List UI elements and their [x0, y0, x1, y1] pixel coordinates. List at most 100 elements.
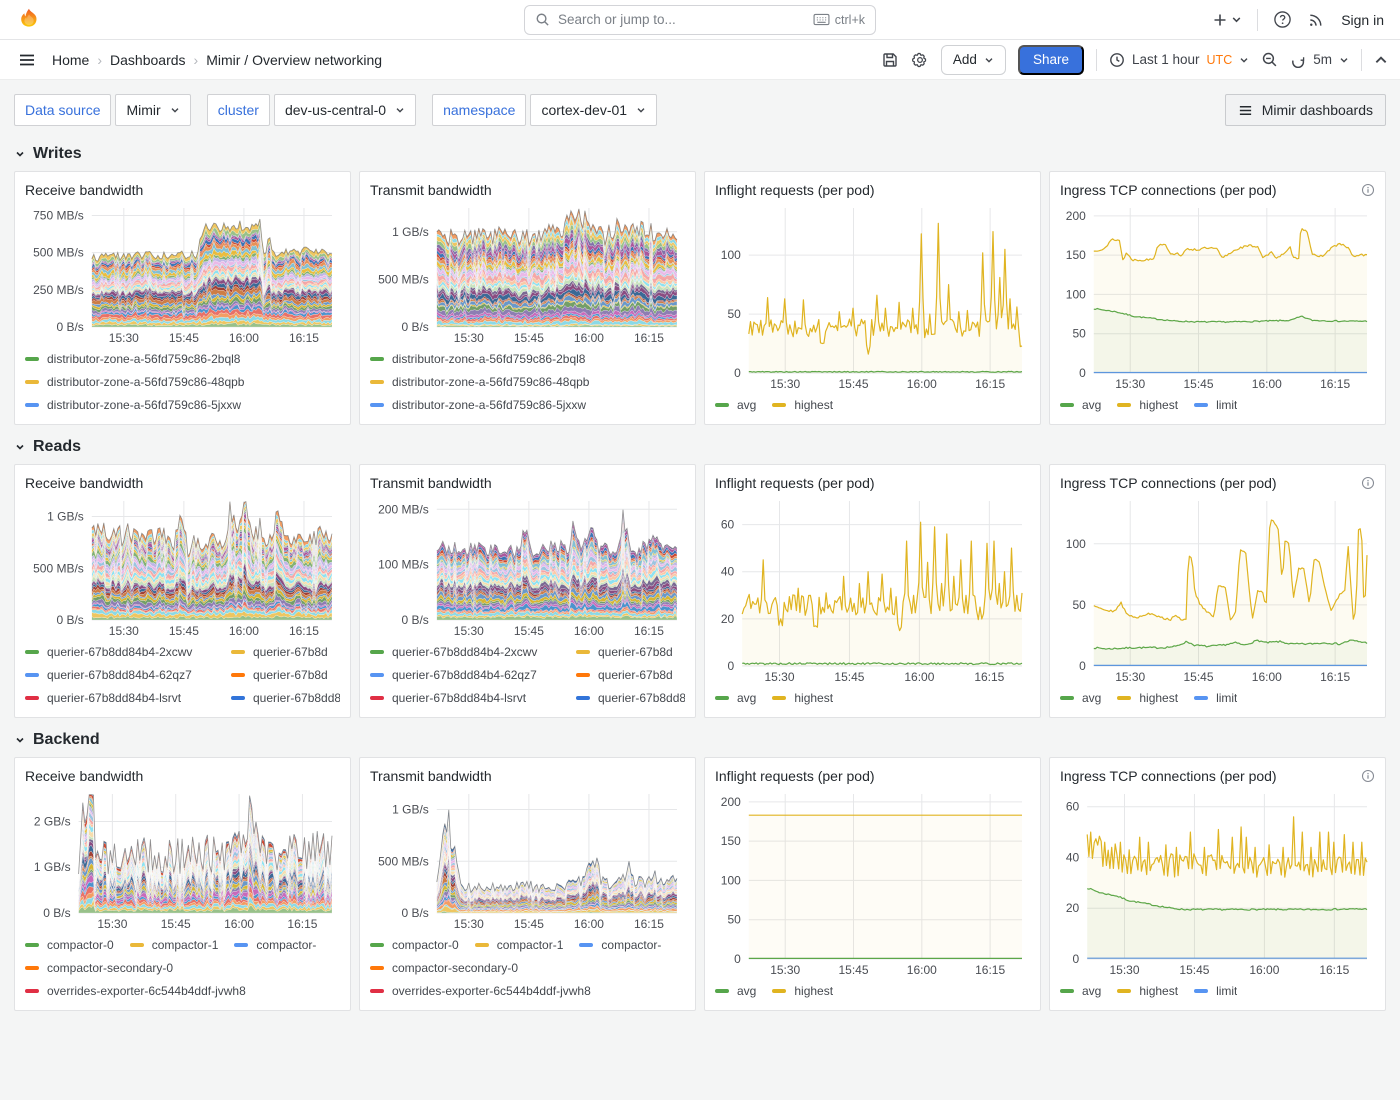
legend-item[interactable]: avg — [1060, 398, 1101, 412]
legend-item[interactable]: compactor-0 — [370, 938, 459, 952]
legend-item[interactable]: querier-67b8dd84b4-62qz7 — [25, 668, 231, 682]
legend-label: overrides-exporter-6c544b4ddf-jvwh8 — [392, 984, 591, 998]
add-button[interactable]: Add — [941, 45, 1006, 75]
legend-item[interactable]: querier-67b8dd84b4-62qz7 — [370, 668, 576, 682]
legend-item[interactable]: highest — [1117, 984, 1178, 998]
panel-title[interactable]: Receive bandwidth — [25, 475, 143, 491]
legend-item[interactable]: querier-67b8dd8 — [231, 691, 340, 705]
section-header-backend[interactable]: Backend — [0, 718, 1400, 757]
legend-item[interactable]: overrides-exporter-6c544b4ddf-jvwh8 — [25, 984, 246, 998]
legend-item[interactable]: limit — [1194, 398, 1237, 412]
panel-title[interactable]: Ingress TCP connections (per pod) — [1060, 768, 1277, 784]
namespace-select[interactable]: cortex-dev-01 — [530, 94, 657, 126]
chart-reads-ingress-tcp[interactable]: 05010015:3015:4516:0016:15 — [1060, 495, 1375, 686]
share-button[interactable]: Share — [1018, 45, 1084, 75]
chart-backend-transmit-bandwidth[interactable]: 0 B/s500 MB/s1 GB/s15:3015:4516:0016:15 — [370, 788, 685, 933]
news-icon[interactable] — [1307, 10, 1326, 29]
panel-title[interactable]: Transmit bandwidth — [370, 182, 492, 198]
legend-item[interactable]: querier-67b8d — [231, 668, 340, 682]
panel-title[interactable]: Receive bandwidth — [25, 768, 143, 784]
mimir-dashboards-button[interactable]: Mimir dashboards — [1225, 94, 1386, 126]
new-menu-button[interactable] — [1212, 12, 1242, 28]
breadcrumb-current[interactable]: Mimir / Overview networking — [206, 52, 382, 68]
panel-title[interactable]: Transmit bandwidth — [370, 475, 492, 491]
legend-item[interactable]: distributor-zone-a-56fd759c86-2bql8 — [370, 352, 585, 366]
info-icon[interactable] — [1361, 476, 1375, 490]
legend-item[interactable]: compactor- — [579, 938, 661, 952]
panel-title[interactable]: Inflight requests (per pod) — [715, 475, 875, 491]
chart-backend-inflight-requests[interactable]: 05010015020015:3015:4516:0016:15 — [715, 788, 1030, 979]
sign-in-button[interactable]: Sign in — [1341, 12, 1384, 28]
grafana-logo[interactable] — [16, 7, 42, 33]
chart-writes-inflight-requests[interactable]: 05010015:3015:4516:0016:15 — [715, 202, 1030, 393]
zoom-out-button[interactable] — [1261, 51, 1278, 68]
legend-item[interactable]: highest — [772, 398, 833, 412]
legend-item[interactable]: avg — [715, 691, 756, 705]
help-icon[interactable] — [1273, 10, 1292, 29]
legend-item[interactable]: highest — [772, 984, 833, 998]
legend-item[interactable]: compactor-secondary-0 — [25, 961, 173, 975]
legend-item[interactable]: distributor-zone-a-56fd759c86-48qpb — [370, 375, 589, 389]
legend-item[interactable]: avg — [715, 398, 756, 412]
legend-item[interactable]: querier-67b8dd84b4-lsrvt — [25, 691, 231, 705]
collapse-toolbar-button[interactable] — [1374, 53, 1388, 67]
breadcrumb-dashboards[interactable]: Dashboards — [110, 52, 186, 68]
refresh-controls[interactable]: 5m — [1290, 52, 1349, 68]
settings-button[interactable] — [911, 51, 929, 69]
legend-item[interactable]: querier-67b8d — [576, 645, 685, 659]
legend-item[interactable]: limit — [1194, 691, 1237, 705]
panel-title[interactable]: Receive bandwidth — [25, 182, 143, 198]
namespace-label[interactable]: namespace — [432, 94, 526, 126]
legend-item[interactable]: compactor-1 — [475, 938, 564, 952]
legend-item[interactable]: querier-67b8d — [576, 668, 685, 682]
panel-title[interactable]: Inflight requests (per pod) — [715, 768, 875, 784]
chart-reads-inflight-requests[interactable]: 020406015:3015:4516:0016:15 — [715, 495, 1030, 686]
legend-item[interactable]: querier-67b8dd8 — [576, 691, 685, 705]
panel-title[interactable]: Ingress TCP connections (per pod) — [1060, 182, 1277, 198]
legend-item[interactable]: limit — [1194, 984, 1237, 998]
datasource-label[interactable]: Data source — [14, 94, 111, 126]
legend-item[interactable]: overrides-exporter-6c544b4ddf-jvwh8 — [370, 984, 591, 998]
menu-toggle-button[interactable] — [12, 47, 42, 73]
legend-label: avg — [737, 398, 756, 412]
breadcrumb-home[interactable]: Home — [52, 52, 89, 68]
legend-item[interactable]: distributor-zone-a-56fd759c86-48qpb — [25, 375, 244, 389]
datasource-select[interactable]: Mimir — [115, 94, 190, 126]
legend-item[interactable]: distributor-zone-a-56fd759c86-2bql8 — [25, 352, 240, 366]
chart-backend-receive-bandwidth[interactable]: 0 B/s1 GB/s2 GB/s15:3015:4516:0016:15 — [25, 788, 340, 933]
chart-writes-receive-bandwidth[interactable]: 0 B/s250 MB/s500 MB/s750 MB/s15:3015:451… — [25, 202, 340, 347]
chart-reads-transmit-bandwidth[interactable]: 0 B/s100 MB/s200 MB/s15:3015:4516:0016:1… — [370, 495, 685, 640]
panel-title[interactable]: Inflight requests (per pod) — [715, 182, 875, 198]
info-icon[interactable] — [1361, 183, 1375, 197]
legend-item[interactable]: compactor-0 — [25, 938, 114, 952]
save-dashboard-button[interactable] — [881, 51, 899, 69]
section-header-writes[interactable]: Writes — [0, 132, 1400, 171]
chart-reads-receive-bandwidth[interactable]: 0 B/s500 MB/s1 GB/s15:3015:4516:0016:15 — [25, 495, 340, 640]
legend-item[interactable]: compactor- — [234, 938, 316, 952]
legend-item[interactable]: avg — [1060, 691, 1101, 705]
section-header-reads[interactable]: Reads — [0, 425, 1400, 464]
legend-item[interactable]: highest — [1117, 398, 1178, 412]
legend-item[interactable]: compactor-secondary-0 — [370, 961, 518, 975]
panel-title[interactable]: Ingress TCP connections (per pod) — [1060, 475, 1277, 491]
legend-item[interactable]: querier-67b8d — [231, 645, 340, 659]
chart-backend-ingress-tcp[interactable]: 020406015:3015:4516:0016:15 — [1060, 788, 1375, 979]
legend-item[interactable]: distributor-zone-a-56fd759c86-5jxxw — [370, 398, 586, 412]
time-range-picker[interactable]: Last 1 hour UTC — [1109, 52, 1249, 68]
cluster-label[interactable]: cluster — [207, 94, 270, 126]
panel-title[interactable]: Transmit bandwidth — [370, 768, 492, 784]
legend-item[interactable]: avg — [1060, 984, 1101, 998]
legend-item[interactable]: compactor-1 — [130, 938, 219, 952]
legend-item[interactable]: distributor-zone-a-56fd759c86-5jxxw — [25, 398, 241, 412]
legend-item[interactable]: avg — [715, 984, 756, 998]
legend-item[interactable]: querier-67b8dd84b4-lsrvt — [370, 691, 576, 705]
cluster-select[interactable]: dev-us-central-0 — [274, 94, 416, 126]
legend-item[interactable]: querier-67b8dd84b4-2xcwv — [370, 645, 576, 659]
info-icon[interactable] — [1361, 769, 1375, 783]
chart-writes-transmit-bandwidth[interactable]: 0 B/s500 MB/s1 GB/s15:3015:4516:0016:15 — [370, 202, 685, 347]
legend-item[interactable]: querier-67b8dd84b4-2xcwv — [25, 645, 231, 659]
search-input[interactable]: Search or jump to... ctrl+k — [524, 5, 876, 35]
chart-writes-ingress-tcp[interactable]: 05010015020015:3015:4516:0016:15 — [1060, 202, 1375, 393]
legend-item[interactable]: highest — [772, 691, 833, 705]
legend-item[interactable]: highest — [1117, 691, 1178, 705]
